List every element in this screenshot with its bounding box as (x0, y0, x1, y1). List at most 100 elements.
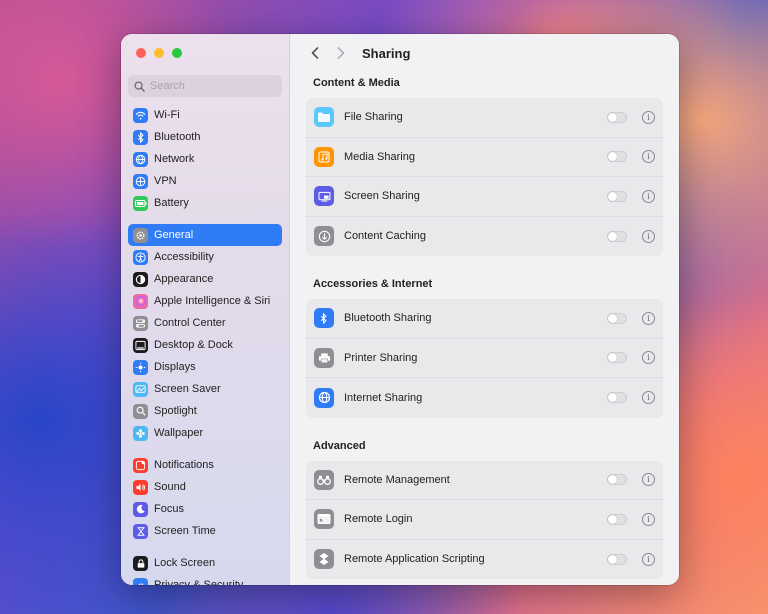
sidebar-item-label: VPN (154, 175, 177, 187)
internet-sharing-toggle[interactable] (607, 392, 627, 404)
bluetooth-sharing-toggle[interactable] (607, 312, 627, 324)
focus-icon (133, 501, 148, 517)
sidebar-item-label: Battery (154, 197, 189, 209)
sidebar-item-label: Network (154, 153, 195, 165)
sidebar-item-label: Accessibility (154, 251, 214, 263)
search-field[interactable] (128, 75, 282, 97)
row-label: Internet Sharing (344, 391, 423, 404)
sidebar-item-label: Bluetooth (154, 131, 201, 143)
printer-icon (314, 347, 334, 368)
sidebar-nav: Wi-Fi Bluetooth Network VPN Battery General Ac… (128, 104, 282, 585)
sidebar-item-sound[interactable]: Sound (128, 476, 282, 498)
privacy-icon (133, 577, 148, 585)
remote-application-scripting-toggle[interactable] (607, 553, 627, 565)
row-label: File Sharing (344, 111, 403, 124)
file-sharing-toggle[interactable] (607, 111, 627, 123)
siri-icon (133, 293, 148, 309)
row-label: Screen Sharing (344, 190, 420, 203)
row-screen-sharing: Screen Sharing i (306, 177, 663, 217)
traffic-lights (136, 48, 182, 58)
sidebar-item-wallpaper[interactable]: Wallpaper (128, 422, 282, 444)
settings-group: Remote Management i Remote Login i Remote Ap… (306, 460, 663, 579)
minimize-button[interactable] (154, 48, 164, 58)
remote-login-toggle[interactable] (607, 513, 627, 525)
sidebar-item-network[interactable]: Network (128, 148, 282, 170)
row-remote-login: Remote Login i (306, 500, 663, 540)
sidebar-item-label: Desktop & Dock (154, 339, 233, 351)
sidebar-item-label: Wallpaper (154, 427, 204, 439)
sidebar-item-accessibility[interactable]: Accessibility (128, 246, 282, 268)
sidebar-item-label: Screen Saver (154, 383, 221, 395)
sidebar-item-control-center[interactable]: Control Center (128, 312, 282, 334)
sidebar-item-notifications[interactable]: Notifications (128, 454, 282, 476)
script-icon (314, 549, 334, 570)
row-label: Remote Management (344, 473, 450, 486)
info-icon[interactable]: i (642, 473, 655, 487)
info-icon[interactable]: i (642, 351, 655, 365)
content-caching-toggle[interactable] (607, 230, 627, 242)
row-bluetooth-sharing: Bluetooth Sharing i (306, 299, 663, 339)
info-icon[interactable]: i (642, 512, 655, 526)
accessibility-icon (133, 249, 148, 265)
row-label: Printer Sharing (344, 351, 418, 364)
sound-icon (133, 479, 148, 495)
settings-group: File Sharing i Media Sharing i Screen Sharin… (306, 98, 663, 256)
sidebar-item-bluetooth[interactable]: Bluetooth (128, 126, 282, 148)
info-icon[interactable]: i (642, 391, 655, 405)
screen-saver-icon (133, 381, 148, 397)
sidebar-item-desktop-and-dock[interactable]: Desktop & Dock (128, 334, 282, 356)
info-icon[interactable]: i (642, 110, 655, 124)
info-icon[interactable]: i (642, 552, 655, 566)
content-caching-icon (314, 226, 334, 247)
printer-sharing-toggle[interactable] (607, 352, 627, 364)
page-title: Sharing (362, 45, 411, 61)
info-icon[interactable]: i (642, 189, 655, 203)
sidebar-item-screen-saver[interactable]: Screen Saver (128, 378, 282, 400)
forward-button[interactable] (332, 44, 350, 62)
zoom-button[interactable] (172, 48, 182, 58)
sidebar-item-label: Spotlight (154, 405, 197, 417)
row-label: Remote Login (344, 513, 413, 526)
wallpaper-icon (133, 425, 148, 441)
sidebar-item-screen-time[interactable]: Screen Time (128, 520, 282, 542)
sidebar-item-label: Control Center (154, 317, 226, 329)
info-icon[interactable]: i (642, 229, 655, 243)
sidebar-item-appearance[interactable]: Appearance (128, 268, 282, 290)
info-icon[interactable]: i (642, 150, 655, 164)
folder-icon (314, 107, 334, 128)
close-button[interactable] (136, 48, 146, 58)
info-icon[interactable]: i (642, 311, 655, 325)
sidebar-item-apple-intelligence-and-siri[interactable]: Apple Intelligence & Siri (128, 290, 282, 312)
sidebar-item-label: Apple Intelligence & Siri (154, 295, 271, 307)
settings-window: Wi-Fi Bluetooth Network VPN Battery General Ac… (121, 34, 679, 585)
row-label: Remote Application Scripting (344, 553, 485, 566)
back-button[interactable] (306, 44, 324, 62)
sidebar-item-lock-screen[interactable]: Lock Screen (128, 552, 282, 574)
titlebar: Sharing (290, 34, 679, 72)
dock-icon (133, 337, 148, 353)
search-input[interactable] (150, 80, 270, 92)
sidebar-item-displays[interactable]: Displays (128, 356, 282, 378)
appearance-icon (133, 271, 148, 287)
sidebar-item-focus[interactable]: Focus (128, 498, 282, 520)
sidebar: Wi-Fi Bluetooth Network VPN Battery General Ac… (121, 34, 290, 585)
search-icon (134, 80, 145, 92)
sidebar-item-battery[interactable]: Battery (128, 192, 282, 214)
sidebar-item-wi-fi[interactable]: Wi-Fi (128, 104, 282, 126)
media-sharing-toggle[interactable] (607, 151, 627, 163)
sidebar-item-spotlight[interactable]: Spotlight (128, 400, 282, 422)
sidebar-item-label: Focus (154, 503, 184, 515)
row-printer-sharing: Printer Sharing i (306, 339, 663, 378)
bluetooth-icon (133, 129, 148, 145)
vpn-icon (133, 173, 148, 189)
row-file-sharing: File Sharing i (306, 98, 663, 138)
section-title: Content & Media (313, 77, 400, 89)
sidebar-item-privacy-and-security[interactable]: Privacy & Security (128, 574, 282, 585)
displays-icon (133, 359, 148, 375)
screen-time-icon (133, 523, 148, 539)
remote-management-toggle[interactable] (607, 474, 627, 486)
sidebar-item-general[interactable]: General (128, 224, 282, 246)
screen-sharing-toggle[interactable] (607, 190, 627, 202)
sidebar-item-vpn[interactable]: VPN (128, 170, 282, 192)
